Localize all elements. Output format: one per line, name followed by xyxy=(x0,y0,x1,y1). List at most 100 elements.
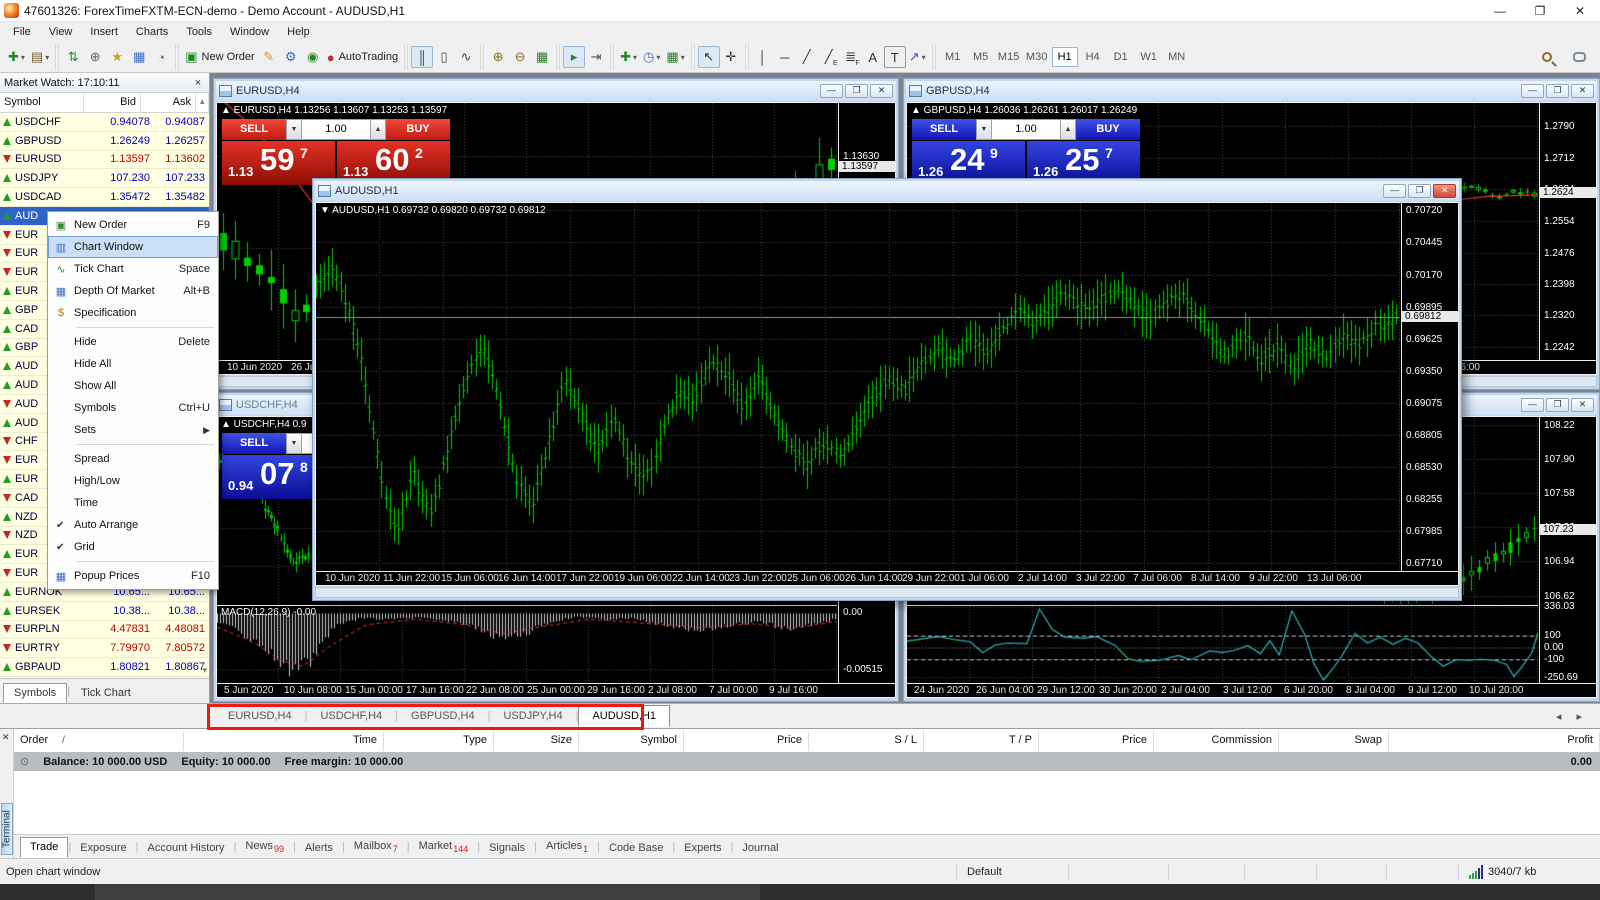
market-watch-row[interactable]: EURPLN4.478314.48081 xyxy=(0,621,209,640)
column-bid[interactable]: Bid xyxy=(84,93,141,112)
market-watch-close-icon[interactable]: × xyxy=(191,77,205,89)
terminal-tab-articles[interactable]: Articles1 xyxy=(537,837,597,858)
indicator-canvas[interactable] xyxy=(907,605,1538,683)
context-menu-item-symbols[interactable]: SymbolsCtrl+U xyxy=(48,397,218,419)
menu-charts[interactable]: Charts xyxy=(127,24,177,40)
tab-scroll-arrows[interactable]: ◂ ▸ xyxy=(1556,710,1600,723)
market-watch-row[interactable]: GBPAUD1.808211.80867 xyxy=(0,658,209,677)
volume-up-stepper[interactable]: ▲ xyxy=(370,119,386,140)
volume-field[interactable]: 1.00 xyxy=(302,119,370,140)
data-window-icon[interactable]: ⊕ xyxy=(84,46,106,68)
terminal-column-commission[interactable]: Commission xyxy=(1154,731,1279,751)
context-menu-item-sets[interactable]: Sets▶ xyxy=(48,419,218,441)
terminal-column-tp[interactable]: T / P xyxy=(924,731,1039,751)
context-menu-item-chart-window[interactable]: ▥Chart Window xyxy=(48,236,218,258)
terminal-column-sl[interactable]: S / L xyxy=(809,731,924,751)
window-restore-button[interactable]: ❐ xyxy=(1546,84,1569,98)
period-d1-button[interactable]: D1 xyxy=(1108,47,1134,67)
window-close-button[interactable]: ✕ xyxy=(1571,398,1594,412)
context-menu-item-grid[interactable]: ✔Grid xyxy=(48,536,218,558)
window-minimize-button[interactable]: — xyxy=(1521,84,1544,98)
vertical-line-icon[interactable]: │ xyxy=(752,46,774,68)
column-ask[interactable]: Ask xyxy=(141,93,196,112)
auto-scroll-icon[interactable]: ▸ xyxy=(563,46,585,68)
market-watch-row[interactable]: USDCAD1.354721.35482 xyxy=(0,188,209,207)
maximize-button[interactable]: ❐ xyxy=(1520,0,1560,22)
terminal-tab-code-base[interactable]: Code Base xyxy=(600,839,672,858)
period-h1-button[interactable]: H1 xyxy=(1052,47,1078,67)
arrows-icon[interactable]: ↗▾ xyxy=(906,46,929,68)
minimize-button[interactable]: — xyxy=(1480,0,1520,22)
sell-button[interactable]: SELL xyxy=(222,119,286,140)
volume-down-stepper[interactable]: ▼ xyxy=(286,119,302,140)
window-titlebar[interactable]: GBPUSD,H4 — ❐ ✕ xyxy=(906,81,1597,101)
chart-tab-audusd-h1[interactable]: AUDUSD,H1 xyxy=(578,705,670,727)
terminal-column-profit[interactable]: Profit xyxy=(1389,731,1600,751)
terminal-tab-news[interactable]: News99 xyxy=(236,837,293,858)
window-minimize-button[interactable]: — xyxy=(820,84,843,98)
terminal-close-icon[interactable]: ✕ xyxy=(2,732,10,743)
chart-tab-usdjpy-h4[interactable]: USDJPY,H4 xyxy=(490,706,575,726)
window-close-button[interactable]: ✕ xyxy=(870,84,893,98)
context-menu-item-popup-prices[interactable]: ▦Popup PricesF10 xyxy=(48,565,218,587)
terminal-tab-market[interactable]: Market144 xyxy=(410,837,478,858)
menu-insert[interactable]: Insert xyxy=(81,24,127,40)
window-titlebar[interactable]: EURUSD,H4 — ❐ ✕ xyxy=(216,81,896,101)
search-icon[interactable] xyxy=(1536,46,1558,68)
window-minimize-button[interactable]: — xyxy=(1383,184,1406,198)
menu-tools[interactable]: Tools xyxy=(177,24,221,40)
signals-icon[interactable]: ◉ xyxy=(302,46,324,68)
market-watch-row[interactable]: EURUSD1.135971.13602 xyxy=(0,151,209,170)
context-menu-item-time[interactable]: Time xyxy=(48,492,218,514)
equidistant-channel-icon[interactable]: ╱E xyxy=(818,46,840,68)
volume-field[interactable]: 1.00 xyxy=(992,119,1060,140)
menu-window[interactable]: Window xyxy=(221,24,278,40)
sell-button[interactable]: SELL xyxy=(222,433,286,454)
terminal-tab-trade[interactable]: Trade xyxy=(20,837,68,858)
terminal-tab-alerts[interactable]: Alerts xyxy=(296,839,342,858)
market-watch-row[interactable]: USDJPY107.230107.233 xyxy=(0,169,209,188)
indicators-icon[interactable]: ✚▾ xyxy=(617,46,640,68)
context-menu-item-spread[interactable]: Spread xyxy=(48,448,218,470)
horizontal-line-icon[interactable]: ─ xyxy=(774,46,796,68)
cursor-icon[interactable]: ↖ xyxy=(698,46,720,68)
menu-file[interactable]: File xyxy=(4,24,40,40)
context-menu-item-auto-arrange[interactable]: ✔Auto Arrange xyxy=(48,514,218,536)
buy-button[interactable]: BUY xyxy=(386,119,450,140)
context-menu-item-tick-chart[interactable]: ∿Tick ChartSpace xyxy=(48,258,218,280)
terminal-icon[interactable]: ▦ xyxy=(128,46,150,68)
chart-tab-gbpusd-h4[interactable]: GBPUSD,H4 xyxy=(398,706,488,726)
terminal-tab-account-history[interactable]: Account History xyxy=(139,839,234,858)
trendline-icon[interactable]: ╱ xyxy=(796,46,818,68)
window-restore-button[interactable]: ❐ xyxy=(1408,184,1431,198)
context-menu-item-hide-all[interactable]: Hide All xyxy=(48,353,218,375)
terminal-column-order[interactable]: Order/ xyxy=(14,731,184,751)
chart-h-scrollbar[interactable] xyxy=(315,587,1459,598)
context-menu-item-specification[interactable]: $Specification xyxy=(48,302,218,324)
window-restore-button[interactable]: ❐ xyxy=(1546,398,1569,412)
volume-up-stepper[interactable]: ▲ xyxy=(1060,119,1076,140)
market-watch-icon[interactable]: ⇅ xyxy=(62,46,84,68)
period-m30-button[interactable]: M30 xyxy=(1024,47,1050,67)
sell-button[interactable]: SELL xyxy=(912,119,976,140)
window-titlebar[interactable]: AUDUSD,H1 — ❐ ✕ xyxy=(315,181,1459,201)
context-menu-item-hide[interactable]: HideDelete xyxy=(48,331,218,353)
autotrading-icon[interactable]: ●AutoTrading xyxy=(324,46,401,68)
new-order-icon[interactable]: ▣New Order xyxy=(182,46,257,68)
chart-canvas[interactable] xyxy=(316,203,1400,571)
terminal-tab-journal[interactable]: Journal xyxy=(733,839,787,858)
zoom-in-icon[interactable]: ⊕ xyxy=(487,46,509,68)
chat-icon[interactable] xyxy=(1568,46,1590,68)
terminal-column-symbol[interactable]: Symbol xyxy=(579,731,684,751)
close-button[interactable]: ✕ xyxy=(1560,0,1600,22)
context-menu-item-show-all[interactable]: Show All xyxy=(48,375,218,397)
context-menu-item-new-order[interactable]: ▣New OrderF9 xyxy=(48,214,218,236)
line-chart-icon[interactable]: ∿ xyxy=(455,46,477,68)
window-close-button[interactable]: ✕ xyxy=(1571,84,1594,98)
templates-icon[interactable]: ▦▾ xyxy=(663,46,687,68)
column-symbol[interactable]: Symbol xyxy=(0,93,84,112)
market-watch-row[interactable]: EURSEK10.38...10.38... xyxy=(0,602,209,621)
terminal-column-price[interactable]: Price xyxy=(684,731,809,751)
context-menu-item-high/low[interactable]: High/Low xyxy=(48,470,218,492)
tile-windows-icon[interactable]: ▦ xyxy=(531,46,553,68)
